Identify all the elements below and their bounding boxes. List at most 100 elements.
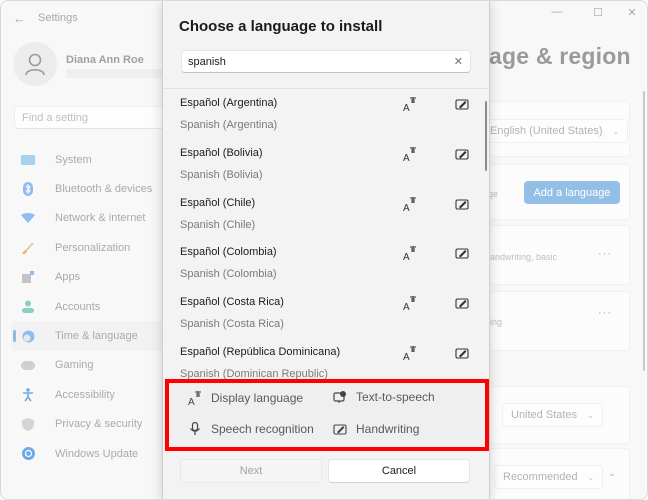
person-icon bbox=[25, 53, 45, 76]
profile-email-redacted bbox=[66, 69, 166, 78]
sidebar-item-label: Bluetooth & devices bbox=[55, 183, 153, 196]
sidebar-item-label: Accessibility bbox=[55, 388, 115, 401]
content-scrollbar[interactable] bbox=[643, 91, 645, 371]
sidebar-item-gaming[interactable]: Gaming bbox=[11, 351, 163, 380]
list-item[interactable]: Español (Argentina) Spanish (Argentina) … bbox=[163, 89, 489, 139]
handwriting-icon bbox=[455, 99, 469, 110]
display-language-icon: A bbox=[403, 345, 416, 361]
sidebar-item-label: Accounts bbox=[55, 300, 101, 313]
handwriting-icon bbox=[455, 248, 469, 259]
chevron-down-icon: ⌄ bbox=[587, 411, 594, 420]
add-language-button[interactable]: Add a language bbox=[524, 181, 620, 204]
display-language-icon: A bbox=[403, 146, 416, 162]
cancel-button[interactable]: Cancel bbox=[328, 459, 470, 483]
svg-text:A: A bbox=[403, 103, 410, 112]
sidebar-item-apps[interactable]: Apps bbox=[11, 263, 163, 292]
language-native-name: Español (Colombia) bbox=[180, 246, 277, 259]
next-button[interactable]: Next bbox=[180, 459, 322, 483]
language-native-name: Español (República Dominicana) bbox=[180, 345, 341, 358]
expand-chevron-icon[interactable]: ⌄ bbox=[608, 468, 617, 479]
sidebar-item-label: System bbox=[55, 153, 92, 166]
brush-icon bbox=[21, 242, 35, 254]
language-search-input[interactable] bbox=[188, 54, 438, 70]
list-item[interactable]: Español (Bolivia) Spanish (Bolivia) A bbox=[163, 139, 489, 189]
avatar[interactable] bbox=[13, 42, 57, 86]
display-language-icon: A bbox=[403, 196, 416, 212]
more-options-button[interactable]: ··· bbox=[598, 307, 612, 319]
svg-text:A: A bbox=[403, 153, 410, 162]
display-language-icon: A bbox=[403, 246, 416, 261]
sidebar-item-label: Apps bbox=[55, 271, 81, 284]
accessibility-icon bbox=[21, 388, 35, 402]
dropdown-value: English (United States) bbox=[490, 125, 603, 137]
gamepad-icon bbox=[21, 359, 35, 371]
sidebar-item-label: Privacy & security bbox=[55, 418, 143, 431]
search-placeholder: Find a setting bbox=[22, 112, 89, 124]
list-item[interactable]: Español (República Dominicana) Spanish (… bbox=[163, 338, 489, 381]
sidebar-item-label: Personalization bbox=[55, 241, 131, 254]
sidebar-item-windows-update[interactable]: Windows Update bbox=[11, 439, 163, 468]
sidebar-item-personalization[interactable]: Personalization bbox=[11, 233, 163, 262]
handwriting-icon bbox=[455, 149, 469, 160]
maximize-button[interactable]: ☐ bbox=[588, 6, 608, 19]
bluetooth-icon bbox=[21, 182, 35, 197]
find-setting-input[interactable]: Find a setting bbox=[14, 106, 164, 129]
dialog-title: Choose a language to install bbox=[179, 18, 383, 35]
more-options-button[interactable]: ··· bbox=[598, 248, 612, 260]
handwriting-icon bbox=[455, 298, 469, 309]
minimize-button[interactable]: — bbox=[547, 6, 567, 18]
language-search-field[interactable]: ✕ bbox=[181, 50, 471, 73]
regional-format-dropdown[interactable]: Recommended ⌄ bbox=[494, 465, 604, 489]
globe-clock-icon bbox=[21, 330, 35, 343]
language-list: Español (Argentina) Spanish (Argentina) … bbox=[163, 89, 489, 381]
list-item[interactable]: Español (Costa Rica) Spanish (Costa Rica… bbox=[163, 288, 489, 338]
person-icon bbox=[21, 300, 35, 314]
sidebar-item-label: Time & language bbox=[55, 330, 138, 343]
handwriting-icon bbox=[455, 348, 469, 359]
shield-icon bbox=[21, 417, 35, 431]
list-item[interactable]: Español (Colombia) Spanish (Colombia) A bbox=[163, 238, 489, 288]
sidebar-item-label: Gaming bbox=[55, 359, 94, 372]
page-title: age & region bbox=[489, 43, 631, 69]
list-scrollbar[interactable] bbox=[485, 101, 487, 171]
language-english-name: Spanish (Bolivia) bbox=[180, 168, 263, 181]
country-dropdown[interactable]: United States ⌄ bbox=[502, 403, 603, 427]
settings-window: ← Settings — ☐ ✕ Diana Ann Roe Find a se… bbox=[0, 0, 648, 500]
sidebar-item-network[interactable]: Network & internet bbox=[11, 204, 163, 233]
svg-text:A: A bbox=[403, 302, 410, 311]
highlight-annotation bbox=[165, 379, 489, 451]
sidebar-item-bluetooth[interactable]: Bluetooth & devices bbox=[11, 174, 163, 203]
chevron-down-icon: ⌄ bbox=[587, 473, 595, 482]
language-english-name: Spanish (Argentina) bbox=[180, 119, 278, 131]
back-arrow-icon[interactable]: ← bbox=[13, 11, 26, 26]
svg-text:A: A bbox=[403, 252, 410, 261]
update-icon bbox=[21, 447, 35, 461]
sidebar-item-privacy[interactable]: Privacy & security bbox=[11, 410, 163, 439]
sidebar-item-label: Windows Update bbox=[55, 447, 139, 460]
handwriting-icon bbox=[455, 199, 469, 210]
language-native-name: Español (Argentina) bbox=[180, 97, 278, 109]
list-item[interactable]: Español (Chile) Spanish (Chile) A bbox=[163, 189, 489, 239]
language-native-name: Español (Costa Rica) bbox=[180, 296, 284, 309]
display-language-icon: A bbox=[403, 97, 416, 112]
sidebar-nav: System Bluetooth & devices Network & int… bbox=[11, 145, 163, 468]
language-features-text: handwriting, basic bbox=[485, 252, 558, 262]
wifi-icon bbox=[21, 212, 35, 224]
language-english-name: Spanish (Costa Rica) bbox=[180, 318, 284, 331]
sidebar-item-system[interactable]: System bbox=[11, 145, 163, 174]
apps-icon bbox=[21, 271, 35, 284]
svg-text:A: A bbox=[403, 203, 410, 212]
sidebar-item-label: Network & internet bbox=[55, 212, 146, 225]
chevron-down-icon: ⌄ bbox=[612, 127, 620, 136]
sidebar-item-accessibility[interactable]: Accessibility bbox=[11, 380, 163, 409]
profile-name: Diana Ann Roe bbox=[66, 54, 144, 66]
display-language-dropdown[interactable]: English (United States) ⌄ bbox=[481, 119, 629, 143]
sidebar-item-accounts[interactable]: Accounts bbox=[11, 292, 163, 321]
close-button[interactable]: ✕ bbox=[622, 6, 642, 19]
app-title: Settings bbox=[38, 12, 78, 24]
clear-icon[interactable]: ✕ bbox=[454, 55, 463, 68]
language-english-name: Spanish (Colombia) bbox=[180, 268, 277, 281]
display-language-icon: A bbox=[403, 296, 416, 311]
svg-text:A: A bbox=[403, 352, 410, 361]
sidebar-item-time-language[interactable]: Time & language bbox=[11, 321, 163, 351]
